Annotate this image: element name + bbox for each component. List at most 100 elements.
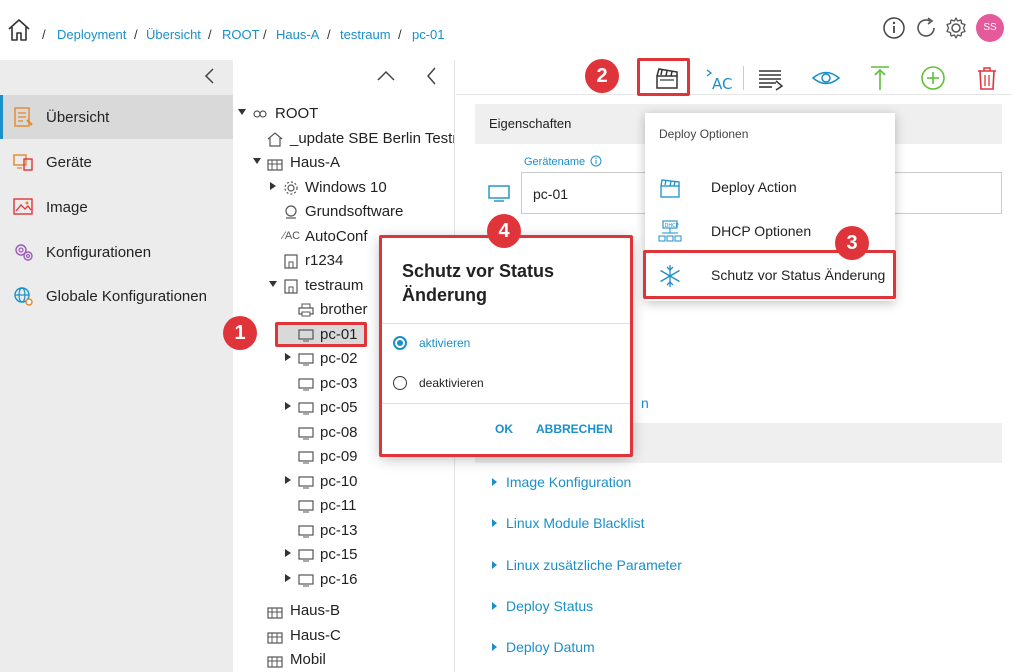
settings-icon[interactable]	[944, 16, 968, 40]
gear-icon	[283, 180, 299, 196]
tree-node-root[interactable]: ROOT	[233, 103, 454, 125]
tree-node-label: pc-16	[320, 571, 358, 588]
refresh-icon[interactable]	[913, 15, 939, 41]
breadcrumb-item-pc-01[interactable]: pc-01	[412, 27, 445, 42]
breadcrumb-separator: /	[398, 27, 402, 42]
expand-arrow-icon	[492, 478, 497, 486]
home-icon[interactable]	[7, 18, 31, 42]
expand-arrow-icon[interactable]	[285, 402, 291, 410]
tree-node-haus-b[interactable]: Haus-B	[233, 600, 454, 622]
tree-node-label: r1234	[305, 252, 344, 269]
tree-node-label: pc-05	[320, 399, 358, 416]
autoconf-icon: ⁄AC	[283, 230, 301, 242]
breadcrumb-item-root[interactable]: ROOT	[222, 27, 260, 42]
devices-icon	[12, 151, 34, 173]
sidebar-item-image[interactable]: Image	[0, 185, 233, 229]
info-icon[interactable]	[882, 16, 906, 40]
expand-arrow-icon[interactable]	[238, 109, 246, 115]
collapse-up-chevron-icon[interactable]	[377, 69, 395, 83]
building-icon	[267, 652, 283, 668]
partial-link[interactable]: n	[641, 395, 649, 411]
breadcrumb-separator: /	[42, 27, 46, 42]
breadcrumb-item-haus-a[interactable]: Haus-A	[276, 27, 319, 42]
sidebar: Übersicht Geräte Image Konfigurationen G…	[0, 60, 233, 672]
properties-header-label: Eigenschaften	[489, 116, 572, 131]
trash-icon[interactable]	[973, 64, 1001, 92]
breadcrumb-item-testraum[interactable]: testraum	[340, 27, 391, 42]
upload-icon[interactable]	[866, 64, 894, 92]
add-icon[interactable]	[919, 64, 947, 92]
autoconf-icon[interactable]: AC	[704, 64, 734, 92]
tree-node-label: ROOT	[275, 105, 319, 122]
collapse-sidebar-chevron-icon[interactable]	[203, 68, 217, 84]
sidebar-item-label: Konfigurationen	[46, 244, 152, 261]
monitor-icon	[298, 449, 314, 465]
tree-node-pc-13[interactable]: pc-13	[233, 520, 454, 542]
monitor-icon	[298, 376, 314, 392]
sidebar-item-label: Übersicht	[46, 109, 110, 126]
room-icon	[283, 278, 299, 294]
toolbar-divider	[743, 66, 744, 90]
tree-node-pc-10[interactable]: pc-10	[233, 471, 454, 493]
eye-icon[interactable]	[811, 64, 841, 92]
step-badge-3: 3	[835, 226, 869, 260]
image-icon	[12, 196, 34, 218]
info-icon[interactable]	[590, 155, 602, 167]
expand-arrow-icon	[492, 561, 497, 569]
monitor-icon	[298, 547, 314, 563]
link-label: Linux zusätzliche Parameter	[506, 557, 682, 573]
monitor-icon	[298, 523, 314, 539]
sidebar-item-globale-konfigurationen[interactable]: Globale Konfigurationen	[0, 274, 233, 318]
sidebar-item-label: Image	[46, 199, 88, 216]
home-icon	[267, 131, 283, 147]
expand-arrow-icon[interactable]	[285, 353, 291, 361]
tree-node-haus-a[interactable]: Haus-A	[233, 152, 454, 174]
highlight-box-dialog	[379, 235, 633, 457]
breadcrumb-separator: /	[208, 27, 212, 42]
expand-arrow-icon[interactable]	[285, 549, 291, 557]
breadcrumb-item-uebersicht[interactable]: Übersicht	[146, 27, 201, 42]
expand-arrow-icon[interactable]	[253, 158, 261, 164]
tree-node-pc-16[interactable]: pc-16	[233, 569, 454, 591]
expand-arrow-icon[interactable]	[285, 476, 291, 484]
expand-arrow-icon[interactable]	[285, 574, 291, 582]
device-name-label: Gerätename	[524, 156, 586, 168]
list-icon[interactable]	[756, 64, 784, 92]
dhcp-network-icon: DHCP	[657, 219, 683, 245]
tree-node-label: pc-10	[320, 473, 358, 490]
tree-node-mobil[interactable]: Mobil	[233, 649, 454, 671]
tree-node-label: pc-08	[320, 424, 358, 441]
tree-node-label: Haus-C	[290, 627, 341, 644]
global-config-icon	[12, 285, 34, 307]
tree-node-pc-11[interactable]: pc-11	[233, 495, 454, 517]
breadcrumb-item-deployment[interactable]: Deployment	[57, 27, 126, 42]
collapse-tree-chevron-icon[interactable]	[425, 67, 439, 85]
sidebar-item-geraete[interactable]: Geräte	[0, 140, 233, 184]
room-icon	[283, 253, 299, 269]
tree-node-update[interactable]: _update SBE Berlin Testra	[233, 128, 455, 150]
step-badge-1: 1	[223, 316, 257, 350]
tree-node-grundsoftware[interactable]: Grundsoftware	[233, 201, 454, 223]
sidebar-item-konfigurationen[interactable]: Konfigurationen	[0, 230, 233, 274]
root-network-icon	[252, 106, 268, 122]
tree-node-haus-c[interactable]: Haus-C	[233, 625, 454, 647]
monitor-icon	[487, 184, 511, 204]
tree-node-label: pc-11	[320, 497, 357, 514]
menu-item-deploy-action[interactable]: Deploy Action	[645, 167, 895, 207]
tree-node-pc-15[interactable]: pc-15	[233, 544, 454, 566]
tree-node-label: _update SBE Berlin Testra	[290, 130, 455, 147]
tree-node-windows-10[interactable]: Windows 10	[233, 177, 454, 199]
expand-arrow-icon[interactable]	[269, 281, 277, 287]
highlight-box-pc-01	[275, 322, 367, 347]
menu-item-label: Deploy Action	[711, 179, 797, 195]
expand-arrow-icon[interactable]	[270, 182, 276, 190]
monitor-icon	[298, 400, 314, 416]
avatar[interactable]: SS	[976, 14, 1004, 42]
tree-node-label: Haus-B	[290, 602, 341, 619]
deploy-menu-title: Deploy Optionen	[659, 127, 749, 141]
tree-node-label: Mobil	[290, 651, 326, 668]
overview-icon	[12, 106, 34, 128]
printer-icon	[298, 302, 314, 318]
tree-node-label: Haus-A	[290, 154, 341, 171]
sidebar-item-uebersicht[interactable]: Übersicht	[0, 95, 233, 139]
